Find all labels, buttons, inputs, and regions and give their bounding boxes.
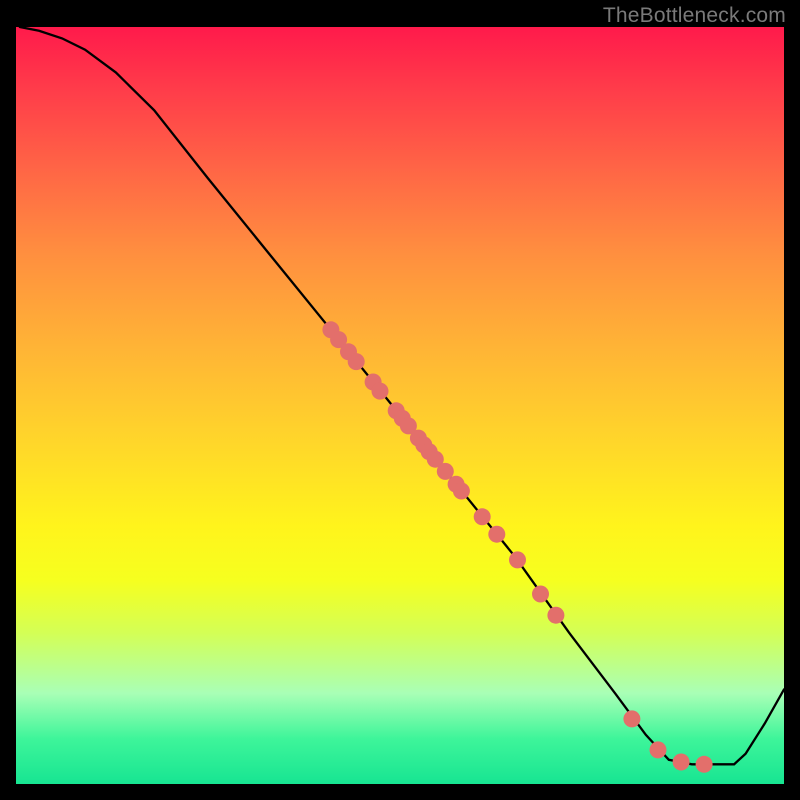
data-marker	[348, 353, 365, 370]
data-marker	[372, 383, 389, 400]
data-marker	[453, 483, 470, 500]
chart-svg	[16, 27, 784, 784]
data-marker	[673, 754, 690, 771]
data-marker	[547, 607, 564, 624]
data-marker	[488, 526, 505, 543]
chart-frame: TheBottleneck.com	[0, 0, 800, 800]
watermark-text: TheBottleneck.com	[603, 4, 786, 28]
bottleneck-curve	[20, 27, 784, 764]
data-marker	[474, 508, 491, 525]
plot-area	[16, 27, 784, 784]
data-markers	[322, 321, 712, 773]
data-marker	[696, 756, 713, 773]
data-marker	[623, 710, 640, 727]
data-marker	[650, 741, 667, 758]
data-marker	[532, 586, 549, 603]
data-marker	[509, 551, 526, 568]
